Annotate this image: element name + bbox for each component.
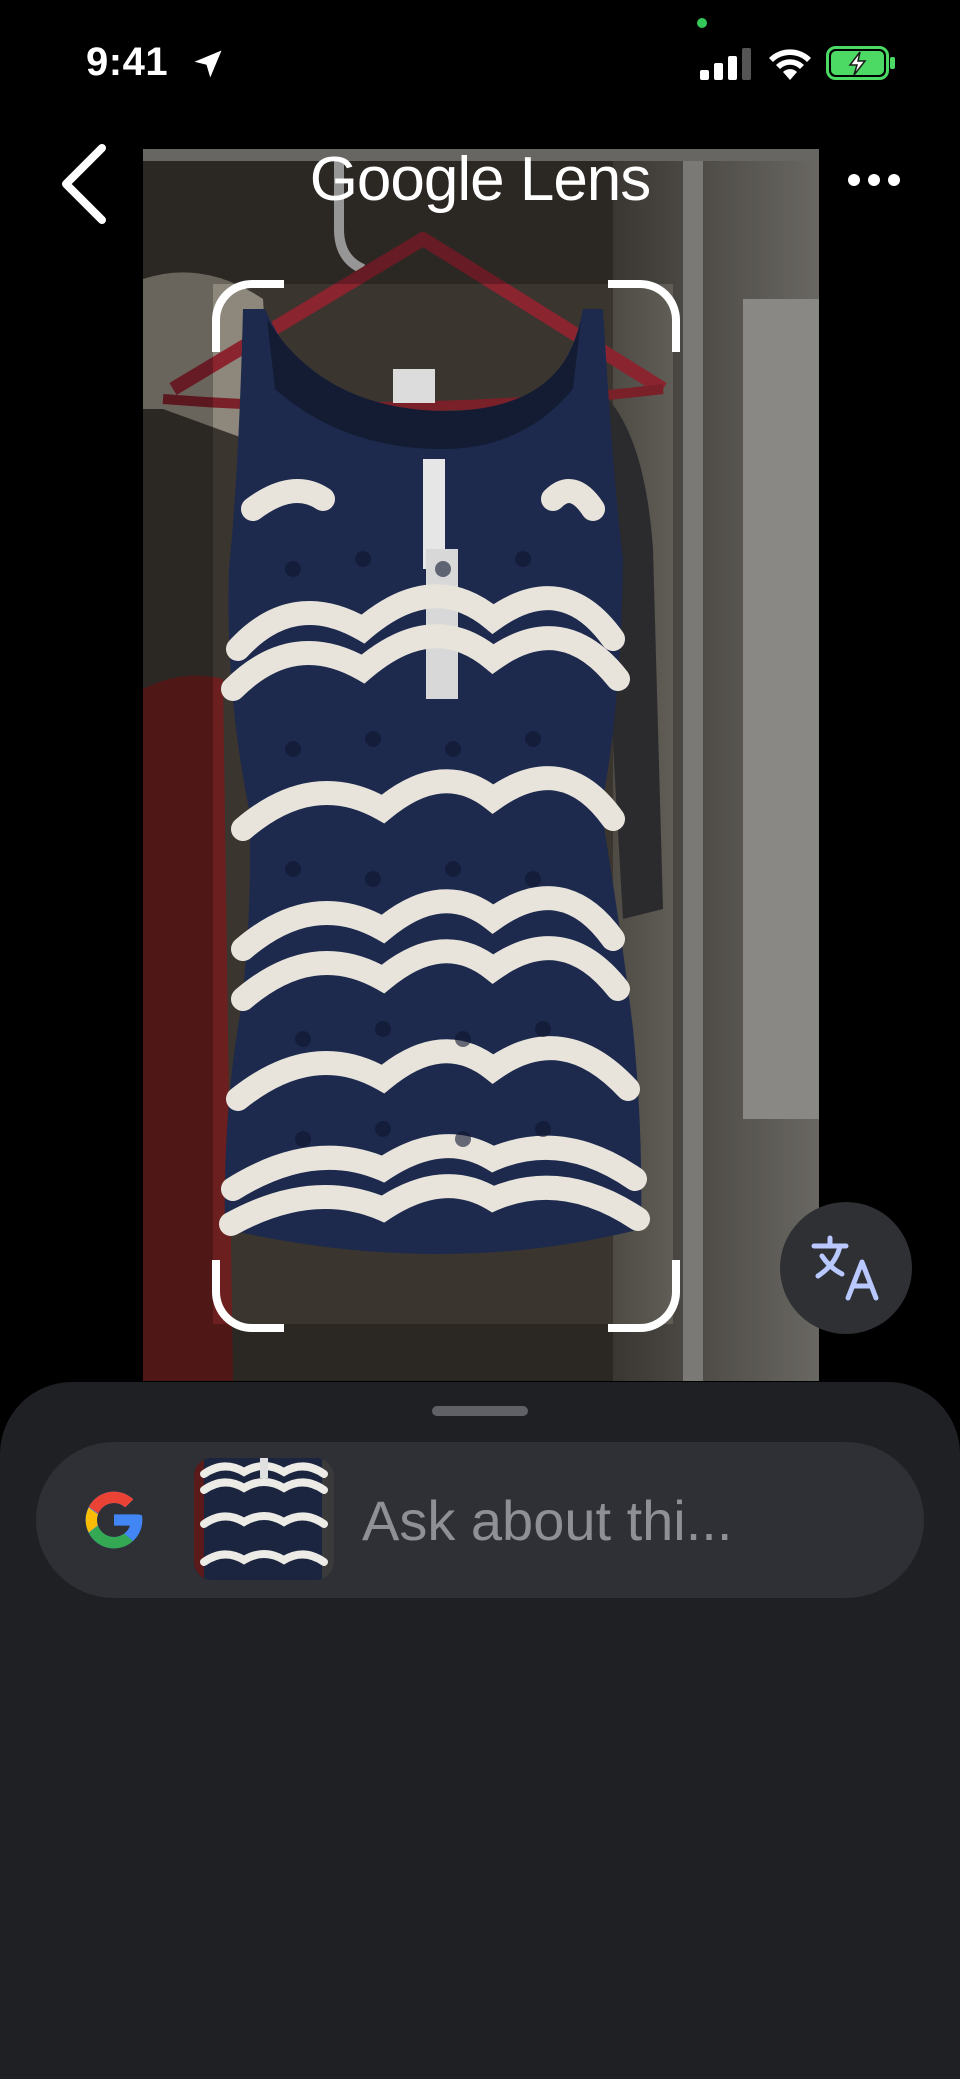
google-g-icon (85, 1491, 143, 1549)
search-input[interactable] (362, 1486, 882, 1554)
more-options-button[interactable] (846, 168, 902, 192)
bottom-sheet (0, 1382, 960, 2079)
battery-charging-icon (826, 46, 895, 80)
wifi-icon (769, 49, 811, 80)
signal-icon (700, 48, 751, 80)
status-time: 9:41 (86, 40, 169, 84)
privacy-indicator-dot (697, 18, 707, 28)
selection-corner-top-left[interactable] (212, 280, 284, 352)
translate-button[interactable] (780, 1202, 912, 1334)
back-button[interactable] (56, 142, 112, 226)
search-bar[interactable] (36, 1442, 924, 1598)
location-arrow-icon (194, 50, 222, 78)
status-bar: 9:41 (0, 0, 960, 120)
sheet-drag-handle[interactable] (432, 1406, 528, 1416)
translate-icon (811, 1235, 879, 1301)
selected-image-thumbnail[interactable] (194, 1458, 334, 1580)
page-title: Google Lens (309, 145, 652, 214)
